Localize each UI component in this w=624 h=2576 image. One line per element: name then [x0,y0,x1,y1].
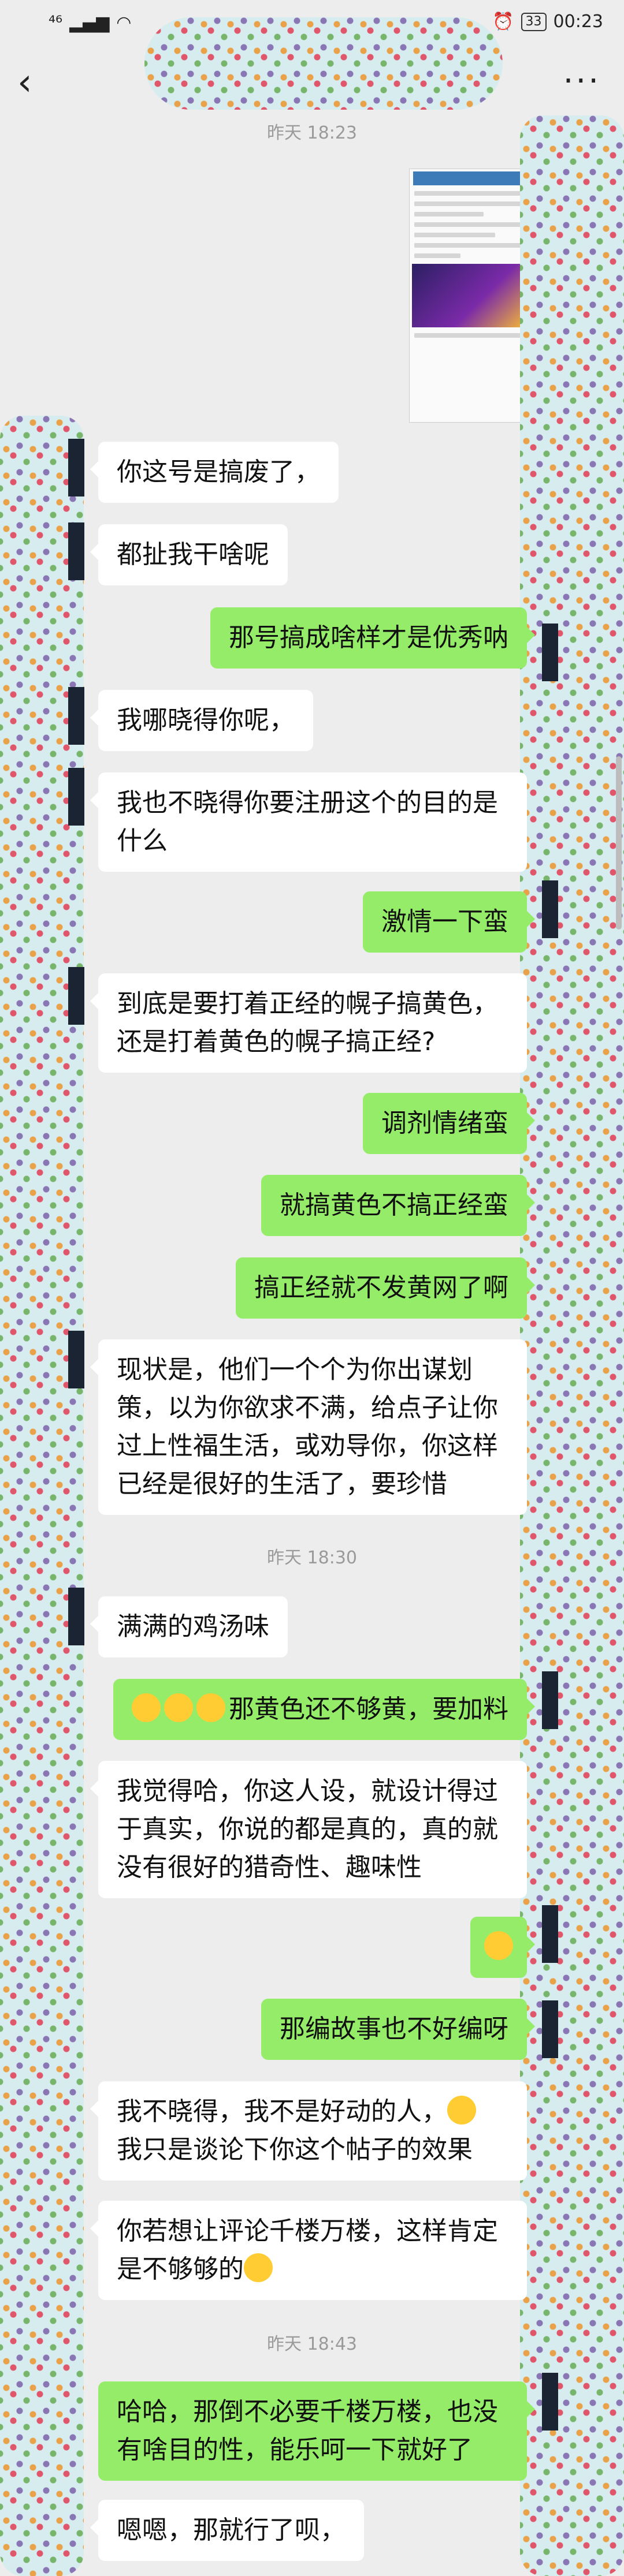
laugh-emoji-icon [196,1693,225,1722]
thinking-emoji-icon [484,1931,513,1960]
message-bubble-outgoing[interactable]: 激情一下蛮 [363,891,535,953]
message-bubble-outgoing[interactable]: 调剂情绪蛮 [363,1093,535,1154]
avatar [542,1671,558,1729]
message-bubble-incoming[interactable]: 都扯我干啥呢 [90,524,288,585]
timestamp: 昨天 18:43 [267,2334,357,2354]
message-bubble-incoming[interactable]: 你若想让评论千楼万楼，这样肯定是不够够的 [90,2201,527,2300]
laugh-emoji-icon [164,1693,193,1722]
back-button[interactable]: ‹ [17,62,52,103]
message-bubble-incoming[interactable]: 我哪晓得你呢， [90,690,313,751]
signal-icon: ▂▄▆ [69,13,110,33]
avatar [68,1331,84,1388]
avatar [542,2373,558,2431]
redaction-right-avatars [520,115,624,2576]
message-bubble-outgoing[interactable]: 那号搞成啥样才是优秀呐 [210,607,535,669]
avatar [542,2000,558,2058]
message-text: 那黄色还不够黄，要加料 [229,1694,508,1724]
timestamp: 昨天 18:30 [267,1548,357,1568]
avatar [68,439,84,496]
message-text: 我不晓得，我不是好动的人， [117,2097,447,2126]
avatar [542,624,558,681]
shared-screenshot-image[interactable] [409,169,526,423]
message-text: 你若想让评论千楼万楼，这样肯定是不够够的 [117,2216,498,2284]
message-bubble-outgoing[interactable]: 搞正经就不发黄网了啊 [236,1257,535,1319]
avatar [542,880,558,938]
message-bubble-incoming[interactable]: 你这号是搞废了， [90,442,339,503]
redaction-title [144,17,503,110]
message-bubble-outgoing[interactable]: 哈哈，那倒不必要千楼万楼，也没有啥目的性，能乐呵一下就好了 [98,2381,535,2481]
message-bubble-outgoing[interactable] [470,1917,535,1978]
alarm-icon: ⏰ [492,12,514,32]
avatar [68,1588,84,1645]
avatar [542,1905,558,1963]
grin-emoji-icon [447,2096,476,2125]
network-icon: ⁴⁶ [49,13,63,33]
avatar [68,967,84,1025]
message-bubble-incoming[interactable]: 到底是要打着正经的幌子搞黄色，还是打着黄色的幌子搞正经? [90,973,527,1073]
message-bubble-outgoing[interactable]: 那黄色还不够黄，要加料 [113,1679,535,1740]
more-button[interactable]: ··· [563,61,601,102]
message-bubble-incoming[interactable]: 满满的鸡汤味 [90,1596,288,1657]
message-bubble-incoming[interactable]: 我觉得哈，你这人设，就设计得过于真实，你说的都是真的，真的就没有很好的猎奇性、趣… [90,1761,527,1898]
message-text: 我只是谈论下你这个帖子的效果 [117,2135,473,2164]
avatar [68,687,84,745]
message-bubble-incoming[interactable]: 现状是，他们一个个为你出谋划策，以为你欲求不满，给点子让你过上性福生活，或劝导你… [90,1339,527,1515]
message-bubble-incoming[interactable]: 嗯嗯，那就行了呗， [90,2500,364,2561]
message-bubble-incoming[interactable]: 我不晓得，我不是好动的人， 我只是谈论下你这个帖子的效果 [90,2081,527,2181]
wifi-icon: ◠ [116,13,132,33]
scrollbar[interactable] [616,756,622,929]
avatar [68,768,84,826]
message-bubble-incoming[interactable]: 我也不晓得你要注册这个的目的是什么 [90,772,527,872]
avatar [68,522,84,580]
message-bubble-outgoing[interactable]: 那编故事也不好编呀 [261,1999,535,2060]
laugh-emoji-icon [132,1693,161,1722]
thinking-emoji-icon [244,2253,273,2282]
battery-icon: 33 [521,12,547,31]
message-bubble-outgoing[interactable]: 就搞黄色不搞正经蛮 [261,1175,535,1236]
clock: 00:23 [553,12,603,32]
